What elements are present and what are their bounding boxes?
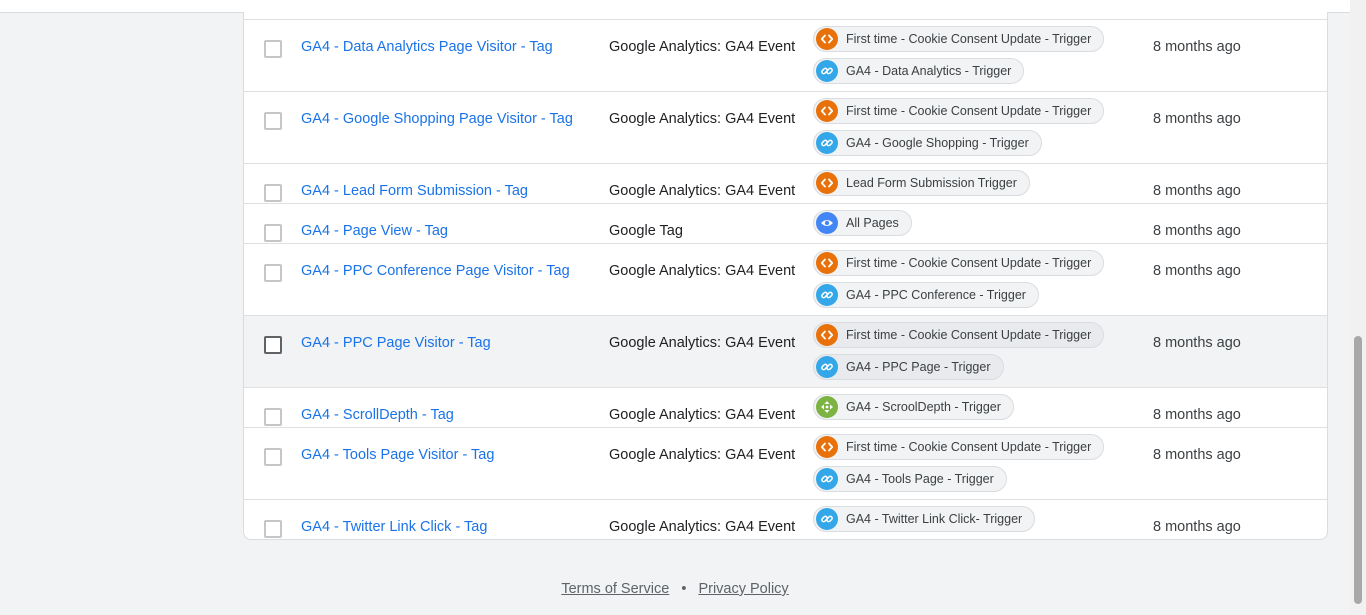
row-checkbox[interactable] [264,448,282,466]
tag-name-link[interactable]: GA4 - Page View - Tag [301,223,448,239]
table-row[interactable]: GA4 - Page View - Tag Google Tag All Pag… [244,203,1327,243]
trigger-label: First time - Cookie Consent Update - Tri… [846,440,1092,454]
eye-icon [816,212,838,234]
trigger-label: GA4 - Twitter Link Click- Trigger [846,512,1023,526]
trigger-chip[interactable]: GA4 - Data Analytics - Trigger [813,58,1025,84]
link-icon [816,132,838,154]
table-row[interactable]: GA4 - ScrollDepth - Tag Google Analytics… [244,387,1327,427]
trigger-chip[interactable]: GA4 - ScroolDepth - Trigger [813,394,1014,420]
trigger-label: All Pages [846,216,899,230]
trigger-label: First time - Cookie Consent Update - Tri… [846,32,1092,46]
row-checkbox[interactable] [264,264,282,282]
footer: Terms of Service • Privacy Policy [0,581,1350,597]
custom-event-icon [816,100,838,122]
table-row[interactable]: GA4 - Tools Page Visitor - Tag Google An… [244,427,1327,499]
trigger-label: GA4 - Google Shopping - Trigger [846,136,1029,150]
row-checkbox[interactable] [264,408,282,426]
row-checkbox[interactable] [264,520,282,538]
tag-type: Google Analytics: GA4 Event [609,335,796,351]
link-icon [816,60,838,82]
last-edited: 8 months ago [1153,263,1241,279]
custom-event-icon [816,28,838,50]
trigger-chip[interactable]: GA4 - Twitter Link Click- Trigger [813,506,1036,532]
trigger-label: GA4 - Tools Page - Trigger [846,472,994,486]
table-row[interactable]: GA4 - PPC Conference Page Visitor - Tag … [244,243,1327,315]
trigger-label: GA4 - Data Analytics - Trigger [846,64,1012,78]
custom-event-icon [816,252,838,274]
link-icon [816,508,838,530]
tags-table: GA4 - Data Analytics Page Visitor - Tag … [243,12,1328,540]
trigger-chip[interactable]: First time - Cookie Consent Update - Tri… [813,26,1105,52]
trigger-chip[interactable]: First time - Cookie Consent Update - Tri… [813,434,1105,460]
trigger-chip[interactable]: Lead Form Submission Trigger [813,170,1030,196]
custom-event-icon [816,172,838,194]
scrollbar-thumb[interactable] [1354,336,1362,604]
trigger-chip[interactable]: First time - Cookie Consent Update - Tri… [813,322,1105,348]
custom-event-icon [816,324,838,346]
row-checkbox[interactable] [264,40,282,58]
trigger-label: GA4 - PPC Page - Trigger [846,360,991,374]
tag-name-link[interactable]: GA4 - ScrollDepth - Tag [301,407,454,423]
terms-of-service-link[interactable]: Terms of Service [561,581,669,597]
table-row[interactable]: GA4 - Twitter Link Click - Tag Google An… [244,499,1327,539]
row-checkbox[interactable] [264,336,282,354]
tag-type: Google Analytics: GA4 Event [609,183,796,199]
tag-name-link[interactable]: GA4 - PPC Conference Page Visitor - Tag [301,263,570,279]
trigger-chip[interactable]: GA4 - Tools Page - Trigger [813,466,1007,492]
tag-type: Google Analytics: GA4 Event [609,447,796,463]
trigger-chip[interactable]: GA4 - PPC Conference - Trigger [813,282,1039,308]
last-edited: 8 months ago [1153,447,1241,463]
trigger-label: First time - Cookie Consent Update - Tri… [846,256,1092,270]
last-edited: 8 months ago [1153,223,1241,239]
last-edited: 8 months ago [1153,335,1241,351]
tag-name-link[interactable]: GA4 - Tools Page Visitor - Tag [301,447,494,463]
tag-type: Google Tag [609,223,683,239]
scroll-depth-icon [816,396,838,418]
privacy-policy-link[interactable]: Privacy Policy [698,581,788,597]
row-checkbox[interactable] [264,224,282,242]
trigger-chip[interactable]: GA4 - PPC Page - Trigger [813,354,1004,380]
row-checkbox[interactable] [264,112,282,130]
custom-event-icon [816,436,838,458]
link-icon [816,468,838,490]
last-edited: 8 months ago [1153,39,1241,55]
trigger-label: First time - Cookie Consent Update - Tri… [846,328,1092,342]
last-edited: 8 months ago [1153,519,1241,535]
vertical-scrollbar[interactable] [1350,0,1366,615]
tag-type: Google Analytics: GA4 Event [609,39,796,55]
tag-name-link[interactable]: GA4 - Twitter Link Click - Tag [301,519,487,535]
trigger-label: First time - Cookie Consent Update - Tri… [846,104,1092,118]
tag-type: Google Analytics: GA4 Event [609,111,796,127]
link-icon [816,356,838,378]
trigger-chip[interactable]: First time - Cookie Consent Update - Tri… [813,250,1105,276]
trigger-chip[interactable]: First time - Cookie Consent Update - Tri… [813,98,1105,124]
tag-name-link[interactable]: GA4 - Google Shopping Page Visitor - Tag [301,111,573,127]
trigger-label: GA4 - ScroolDepth - Trigger [846,400,1001,414]
tag-type: Google Analytics: GA4 Event [609,407,796,423]
tag-type: Google Analytics: GA4 Event [609,263,796,279]
link-icon [816,284,838,306]
last-edited: 8 months ago [1153,111,1241,127]
trigger-label: GA4 - PPC Conference - Trigger [846,288,1026,302]
footer-separator: • [681,581,687,597]
table-row[interactable]: GA4 - Data Analytics Page Visitor - Tag … [244,19,1327,91]
row-checkbox[interactable] [264,184,282,202]
table-row[interactable]: GA4 - Lead Form Submission - Tag Google … [244,163,1327,203]
last-edited: 8 months ago [1153,183,1241,199]
table-row[interactable]: GA4 - Google Shopping Page Visitor - Tag… [244,91,1327,163]
last-edited: 8 months ago [1153,407,1241,423]
tag-name-link[interactable]: GA4 - Lead Form Submission - Tag [301,183,528,199]
trigger-chip[interactable]: All Pages [813,210,912,236]
tag-name-link[interactable]: GA4 - PPC Page Visitor - Tag [301,335,491,351]
tag-type: Google Analytics: GA4 Event [609,519,796,535]
trigger-label: Lead Form Submission Trigger [846,176,1017,190]
trigger-chip[interactable]: GA4 - Google Shopping - Trigger [813,130,1042,156]
tag-name-link[interactable]: GA4 - Data Analytics Page Visitor - Tag [301,39,553,55]
table-row[interactable]: GA4 - PPC Page Visitor - Tag Google Anal… [244,315,1327,387]
